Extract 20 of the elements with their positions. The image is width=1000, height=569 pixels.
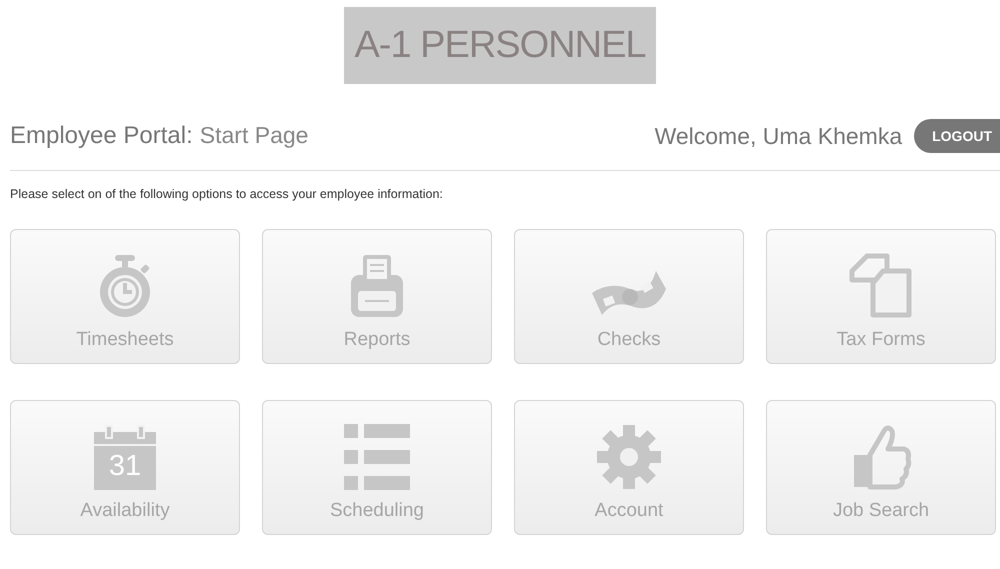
menu-tile[interactable]: Tax Forms	[766, 229, 996, 364]
list-icon	[344, 424, 410, 490]
settings-icon	[597, 425, 661, 489]
menu-tile[interactable]: Timesheets	[10, 229, 240, 364]
welcome-text: Welcome, Uma Khemka	[654, 122, 902, 150]
menu-tile[interactable]: Account	[514, 400, 744, 535]
instructions-text: Please select on of the following options to access your employee information:	[10, 187, 444, 201]
logout-button[interactable]: LOGOUT	[914, 119, 1000, 153]
menu-tile[interactable]: Reports	[262, 229, 492, 364]
calendar-date: 31	[108, 450, 142, 483]
printer-icon	[349, 253, 405, 319]
menu-tile[interactable]: 31 Availability	[10, 400, 240, 535]
page-title: Employee Portal: Start Page	[10, 122, 308, 150]
menu-tile[interactable]: Scheduling	[262, 400, 492, 535]
menu-tile[interactable]: Checks	[514, 229, 744, 364]
page-subtitle: Start Page	[200, 122, 308, 148]
documents-icon	[849, 253, 913, 319]
menu-tile[interactable]: Job Search	[766, 400, 996, 535]
logo: A-1 PERSONNEL	[344, 7, 656, 84]
calendar-icon	[94, 424, 156, 490]
